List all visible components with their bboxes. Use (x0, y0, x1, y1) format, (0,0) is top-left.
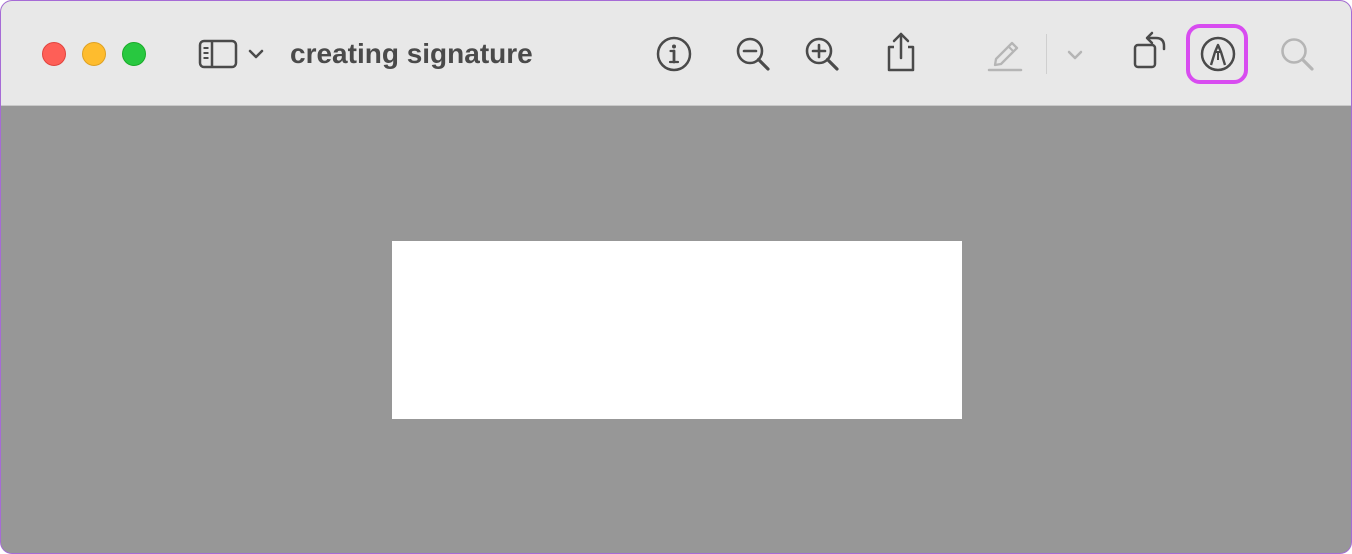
chevron-down-icon (1067, 50, 1083, 60)
toolbar-separator (1046, 34, 1047, 74)
share-icon (887, 32, 915, 72)
rotate-icon (1133, 31, 1166, 69)
highlight-menu-button[interactable] (1065, 47, 1085, 63)
minimize-button[interactable] (82, 42, 106, 66)
rotate-button[interactable] (1130, 30, 1172, 72)
toolbar: creating signature (1, 1, 1351, 106)
zoom-in-button[interactable] (802, 34, 842, 74)
sidebar-icon (198, 39, 238, 69)
search-button[interactable] (1277, 34, 1317, 74)
zoom-out-button[interactable] (733, 34, 773, 74)
chevron-down-icon (248, 49, 264, 59)
document-view[interactable] (1, 106, 1351, 553)
markup-pen-icon (1200, 36, 1236, 72)
highlight-button[interactable] (985, 32, 1025, 74)
search-icon (1281, 38, 1314, 71)
zoom-out-icon (736, 37, 770, 71)
info-icon (656, 36, 692, 72)
close-button[interactable] (42, 42, 66, 66)
window-title: creating signature (290, 38, 533, 69)
sidebar-toggle-button[interactable] (197, 38, 239, 70)
highlighter-icon (987, 41, 1023, 72)
share-button[interactable] (881, 30, 921, 74)
preview-window: creating signature (0, 0, 1352, 554)
zoom-in-icon (805, 37, 839, 71)
sidebar-menu-button[interactable] (246, 45, 266, 63)
info-button[interactable] (654, 34, 694, 74)
zoom-button[interactable] (122, 42, 146, 66)
markup-button[interactable] (1197, 33, 1239, 75)
document-page[interactable] (392, 241, 962, 419)
